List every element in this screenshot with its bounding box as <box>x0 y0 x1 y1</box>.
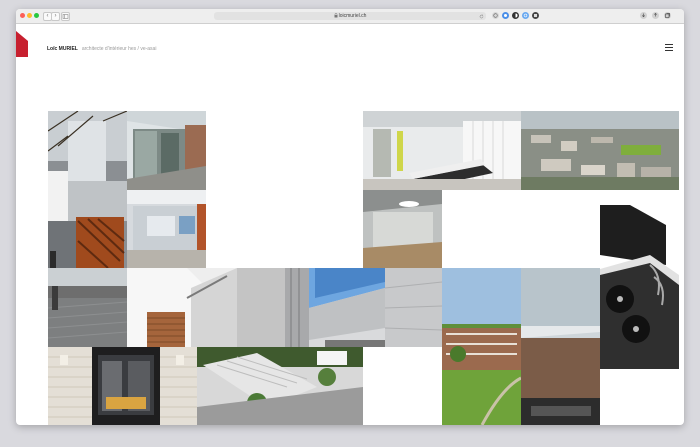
project-image-panel-facade <box>285 268 442 347</box>
browser-toolbar: ‹ › loicmuriel.ch <box>16 9 684 24</box>
project-tile-ceiling[interactable] <box>521 268 600 425</box>
extension-button-4[interactable] <box>522 12 529 19</box>
sidebar-icon <box>62 14 69 19</box>
project-image-interior-panel <box>127 190 206 268</box>
sidebar-toggle-button[interactable] <box>61 12 70 21</box>
project-tile-binder[interactable] <box>600 205 679 369</box>
project-image-storefront <box>48 347 197 425</box>
maximize-window-button[interactable] <box>34 13 39 18</box>
contrast-icon <box>515 13 518 18</box>
project-tile-staircase[interactable] <box>127 268 285 347</box>
project-image-plaza <box>48 268 127 347</box>
project-tile-facade[interactable] <box>48 111 127 268</box>
download-icon <box>641 13 646 18</box>
close-window-button[interactable] <box>20 13 25 18</box>
extension-button-5[interactable] <box>532 12 539 19</box>
project-tile-green-building[interactable] <box>442 268 521 425</box>
share-button[interactable] <box>652 12 659 19</box>
address-bar[interactable]: loicmuriel.ch <box>214 12 486 20</box>
extension-button-2[interactable] <box>502 12 509 19</box>
hamburger-menu-icon[interactable] <box>665 44 673 51</box>
project-image-staircase <box>127 268 285 347</box>
reload-icon <box>479 14 484 18</box>
project-image-green-building <box>442 268 521 425</box>
project-image-aerial-city <box>521 111 679 190</box>
project-tile-landscape-render[interactable] <box>197 347 363 425</box>
tabs-icon <box>665 13 670 18</box>
project-tile-interior-panel[interactable] <box>127 190 206 268</box>
project-image-bright-room <box>363 190 442 268</box>
extension-button-3[interactable] <box>512 12 519 19</box>
site-logo[interactable] <box>16 31 28 57</box>
project-tile-bright-room[interactable] <box>363 190 442 268</box>
share-icon <box>654 12 657 17</box>
project-tile-plaza[interactable] <box>48 268 127 347</box>
extension-button-1[interactable] <box>492 12 499 19</box>
site-brand[interactable]: Loïc MURIEL architecte d'intérieur hes / … <box>47 46 156 52</box>
forward-arrow-icon: › <box>54 13 57 19</box>
site-tagline: architecte d'intérieur hes / ve-asai <box>81 46 157 52</box>
lock-icon <box>334 13 338 18</box>
puzzle-icon <box>534 14 537 17</box>
ring-icon <box>493 13 498 18</box>
download-button[interactable] <box>640 12 647 19</box>
project-tile-aerial-city[interactable] <box>521 111 679 190</box>
project-tile-window[interactable] <box>127 111 206 190</box>
project-image-conference-room <box>363 111 521 190</box>
project-image-binder <box>600 205 679 369</box>
project-tile-storefront[interactable] <box>48 347 197 425</box>
forward-button[interactable]: › <box>51 12 60 21</box>
browser-window: ‹ › loicmuriel.ch Loïc MURIEL architecte … <box>16 9 684 425</box>
address-url: loicmuriel.ch <box>338 13 367 19</box>
project-image-landscape-render <box>197 347 363 425</box>
project-tile-conference-room[interactable] <box>363 111 521 190</box>
extension-icon <box>504 14 507 17</box>
project-image-ceiling <box>521 268 600 425</box>
site-name: Loïc MURIEL <box>47 46 78 52</box>
translate-icon <box>523 13 528 18</box>
tabs-button[interactable] <box>664 12 671 19</box>
minimize-window-button[interactable] <box>27 13 32 18</box>
project-image-facade <box>48 111 127 268</box>
project-image-window <box>127 111 206 190</box>
back-arrow-icon: ‹ <box>46 13 49 19</box>
project-tile-panel-facade[interactable] <box>285 268 442 347</box>
